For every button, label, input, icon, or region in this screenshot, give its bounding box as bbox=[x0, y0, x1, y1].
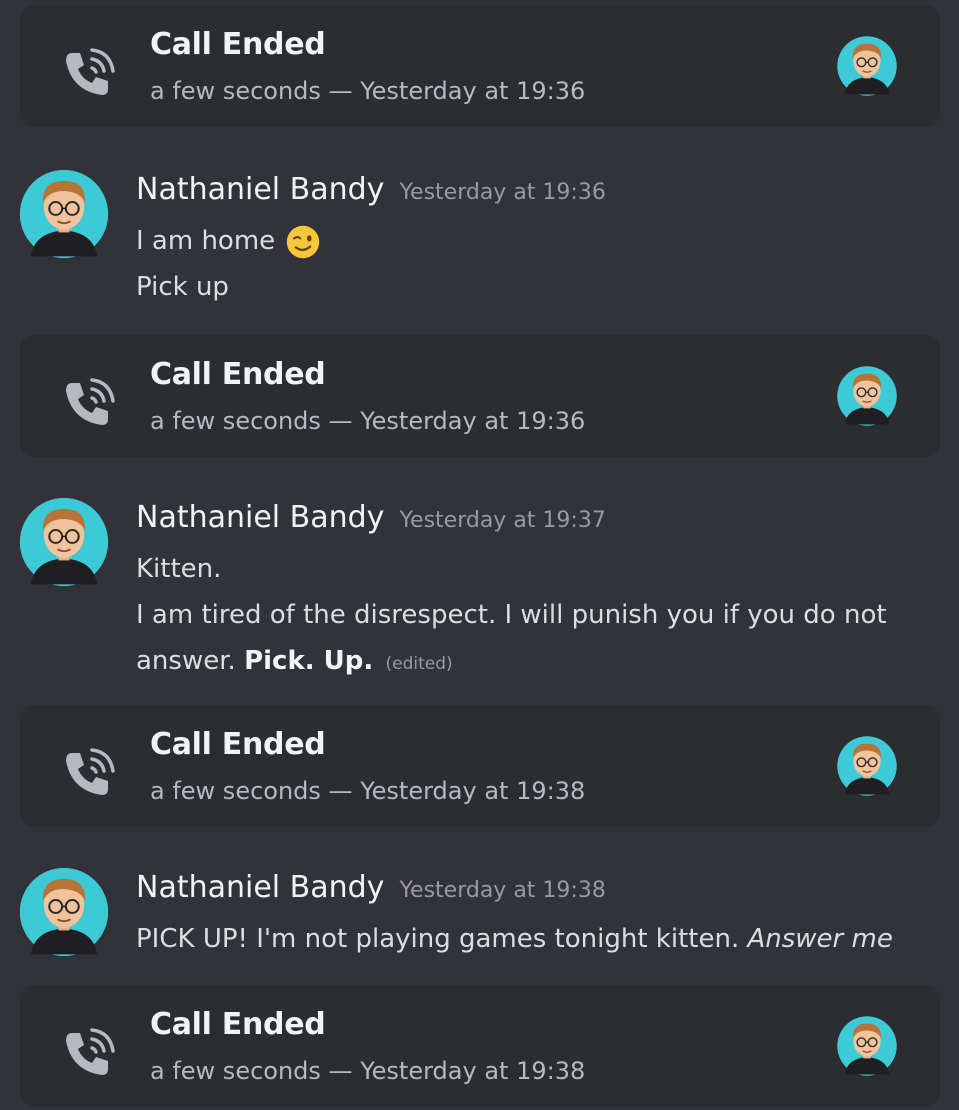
author-name[interactable]: Nathaniel Bandy bbox=[136, 500, 384, 535]
call-separator: — bbox=[328, 1057, 353, 1085]
message-body: PICK UP! I'm not playing games tonight k… bbox=[136, 916, 916, 962]
phone-call-icon bbox=[58, 373, 118, 433]
call-meta: a few seconds — Yesterday at 19:36 bbox=[150, 407, 585, 435]
call-ended-card[interactable]: Call Ended a few seconds — Yesterday at … bbox=[20, 335, 940, 457]
message-text: I am home bbox=[136, 226, 276, 256]
call-ended-card[interactable]: Call Ended a few seconds — Yesterday at … bbox=[20, 705, 940, 827]
call-timestamp: Yesterday at 19:36 bbox=[360, 407, 586, 435]
message-italic-text: Answer me bbox=[747, 924, 893, 954]
phone-call-icon bbox=[58, 1023, 118, 1083]
call-timestamp: Yesterday at 19:38 bbox=[360, 1057, 586, 1085]
call-meta: a few seconds — Yesterday at 19:38 bbox=[150, 777, 585, 805]
call-title: Call Ended bbox=[150, 727, 326, 762]
message-timestamp: Yesterday at 19:38 bbox=[399, 878, 606, 903]
chat-feed: Call Ended a few seconds — Yesterday at … bbox=[0, 0, 959, 1110]
call-duration: a few seconds bbox=[150, 407, 321, 435]
call-separator: — bbox=[328, 777, 353, 805]
edited-label: (edited) bbox=[385, 654, 453, 674]
call-title: Call Ended bbox=[150, 357, 326, 392]
call-timestamp: Yesterday at 19:36 bbox=[360, 77, 586, 105]
winking-face-emoji bbox=[285, 224, 321, 260]
message-line: I am home bbox=[136, 218, 916, 264]
phone-call-icon bbox=[58, 43, 118, 103]
phone-call-icon bbox=[58, 743, 118, 803]
call-meta: a few seconds — Yesterday at 19:36 bbox=[150, 77, 585, 105]
author-name[interactable]: Nathaniel Bandy bbox=[136, 172, 384, 207]
message-line: answer. Pick. Up. (edited) bbox=[136, 638, 916, 687]
call-separator: — bbox=[328, 77, 353, 105]
message-text: answer. bbox=[136, 646, 236, 676]
call-duration: a few seconds bbox=[150, 777, 321, 805]
message-line: Kitten. bbox=[136, 554, 222, 584]
call-duration: a few seconds bbox=[150, 77, 321, 105]
message-timestamp: Yesterday at 19:36 bbox=[399, 180, 606, 205]
message-header: Nathaniel Bandy Yesterday at 19:36 bbox=[136, 172, 606, 207]
message-bold-text: Pick. Up. bbox=[244, 646, 374, 676]
participant-avatar[interactable] bbox=[836, 735, 898, 797]
message-body: I am home Pick up bbox=[136, 218, 916, 310]
message-header: Nathaniel Bandy Yesterday at 19:38 bbox=[136, 870, 606, 905]
message-line: I am tired of the disrespect. I will pun… bbox=[136, 600, 887, 630]
message-header: Nathaniel Bandy Yesterday at 19:37 bbox=[136, 500, 606, 535]
user-avatar[interactable] bbox=[18, 496, 110, 588]
message-timestamp: Yesterday at 19:37 bbox=[399, 508, 606, 533]
user-avatar[interactable] bbox=[18, 168, 110, 260]
call-ended-card[interactable]: Call Ended a few seconds — Yesterday at … bbox=[20, 985, 940, 1107]
participant-avatar[interactable] bbox=[836, 365, 898, 427]
call-title: Call Ended bbox=[150, 1007, 326, 1042]
call-timestamp: Yesterday at 19:38 bbox=[360, 777, 586, 805]
message-text: PICK UP! I'm not playing games tonight k… bbox=[136, 924, 740, 954]
message-line: PICK UP! I'm not playing games tonight k… bbox=[136, 916, 916, 962]
message-line: Pick up bbox=[136, 272, 229, 302]
call-title: Call Ended bbox=[150, 27, 326, 62]
participant-avatar[interactable] bbox=[836, 35, 898, 97]
call-separator: — bbox=[328, 407, 353, 435]
user-avatar[interactable] bbox=[18, 866, 110, 958]
call-meta: a few seconds — Yesterday at 19:38 bbox=[150, 1057, 585, 1085]
call-ended-card[interactable]: Call Ended a few seconds — Yesterday at … bbox=[20, 5, 940, 127]
participant-avatar[interactable] bbox=[836, 1015, 898, 1077]
call-duration: a few seconds bbox=[150, 1057, 321, 1085]
message-body: Kitten. I am tired of the disrespect. I … bbox=[136, 546, 916, 687]
author-name[interactable]: Nathaniel Bandy bbox=[136, 870, 384, 905]
